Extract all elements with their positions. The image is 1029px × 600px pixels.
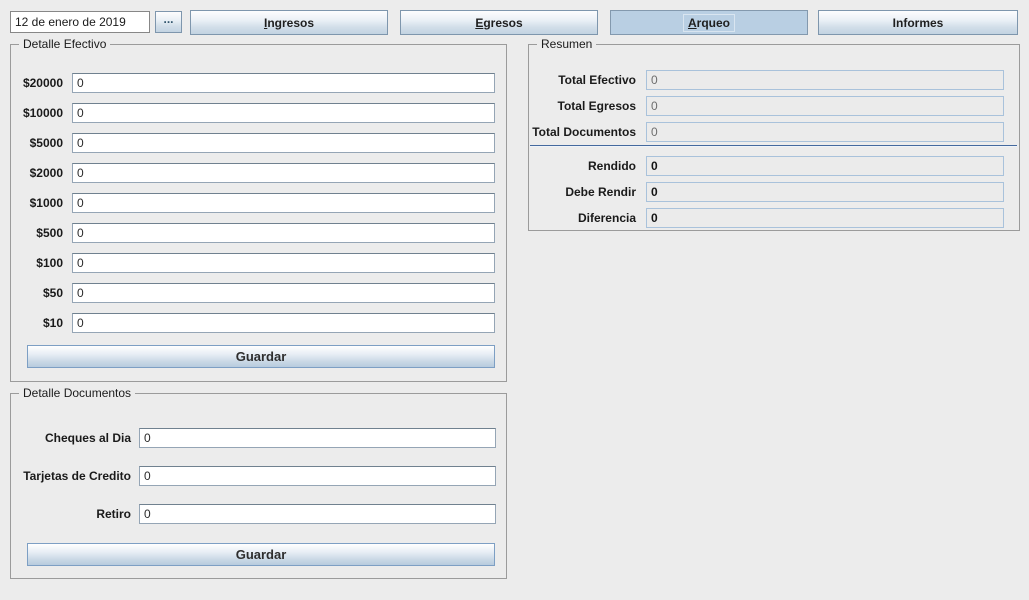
nav-button-arqueo[interactable]: Arqueo [610, 10, 808, 35]
resumen-separator [530, 145, 1017, 147]
resumen-panel: Resumen Total Efectivo Total Egresos Tot… [528, 44, 1020, 231]
resumen-total-label: Total Egresos [529, 99, 636, 113]
denomination-label: $50 [11, 286, 63, 300]
documento-label: Cheques al Dia [11, 431, 131, 445]
resumen-result-row: Debe Rendir [529, 182, 1019, 202]
documento-input[interactable] [139, 466, 496, 486]
documento-input[interactable] [139, 428, 496, 448]
guardar-documentos-button[interactable]: Guardar [27, 543, 495, 566]
denomination-row: $20000 [11, 73, 506, 93]
resumen-total-row: Total Egresos [529, 96, 1019, 116]
documento-row: Tarjetas de Credito [11, 466, 506, 486]
denomination-input[interactable] [72, 193, 495, 213]
resumen-total-value [646, 70, 1004, 90]
resumen-result-value [646, 156, 1004, 176]
detalle-efectivo-title: Detalle Efectivo [19, 37, 110, 52]
denomination-label: $2000 [11, 166, 63, 180]
nav-button-egresos[interactable]: Egresos [400, 10, 598, 35]
documento-input[interactable] [139, 504, 496, 524]
denomination-label: $1000 [11, 196, 63, 210]
documento-rows: Cheques al Dia Tarjetas de Credito Retir… [11, 428, 506, 542]
denomination-input[interactable] [72, 73, 495, 93]
documento-label: Retiro [11, 507, 131, 521]
detalle-documentos-title: Detalle Documentos [19, 386, 135, 401]
date-picker-button[interactable]: ... [155, 11, 182, 33]
resumen-title: Resumen [537, 37, 596, 52]
denomination-row: $100 [11, 253, 506, 273]
nav-button-informes[interactable]: Informes [818, 10, 1018, 35]
resumen-result-value [646, 208, 1004, 228]
documento-row: Cheques al Dia [11, 428, 506, 448]
denomination-row: $10 [11, 313, 506, 333]
denomination-row: $500 [11, 223, 506, 243]
denomination-rows: $20000 $10000 $5000 $2000 [11, 73, 506, 343]
denomination-label: $10 [11, 316, 63, 330]
resumen-result-label: Debe Rendir [529, 185, 636, 199]
detalle-efectivo-panel: Detalle Efectivo $20000 $10000 $5000 [10, 44, 507, 382]
arqueo-window: ... Ingresos Egresos Arqueo Informes Det… [0, 0, 1029, 600]
denomination-input[interactable] [72, 313, 495, 333]
denomination-label: $100 [11, 256, 63, 270]
denomination-label: $10000 [11, 106, 63, 120]
resumen-result-label: Diferencia [529, 211, 636, 225]
date-input[interactable] [10, 11, 150, 33]
resumen-total-row: Total Documentos [529, 122, 1019, 142]
denomination-row: $10000 [11, 103, 506, 123]
denomination-input[interactable] [72, 283, 495, 303]
denomination-row: $2000 [11, 163, 506, 183]
resumen-total-label: Total Documentos [529, 125, 636, 139]
denomination-label: $20000 [11, 76, 63, 90]
documento-row: Retiro [11, 504, 506, 524]
resumen-total-row: Total Efectivo [529, 70, 1019, 90]
denomination-input[interactable] [72, 133, 495, 153]
nav-button-ingresos[interactable]: Ingresos [190, 10, 388, 35]
resumen-result-row: Rendido [529, 156, 1019, 176]
denomination-label: $5000 [11, 136, 63, 150]
resumen-result-label: Rendido [529, 159, 636, 173]
resumen-result-value [646, 182, 1004, 202]
nav-button-label: Informes [888, 14, 949, 32]
nav-button-label: Arqueo [683, 14, 735, 32]
denomination-input[interactable] [72, 103, 495, 123]
detalle-documentos-panel: Detalle Documentos Cheques al Dia Tarjet… [10, 393, 507, 579]
denomination-row: $50 [11, 283, 506, 303]
denomination-input[interactable] [72, 163, 495, 183]
resumen-total-label: Total Efectivo [529, 73, 636, 87]
resumen-result-row: Diferencia [529, 208, 1019, 228]
resumen-results: Rendido Debe Rendir Diferencia [529, 156, 1019, 234]
documento-label: Tarjetas de Credito [11, 469, 131, 483]
resumen-total-value [646, 96, 1004, 116]
denomination-row: $1000 [11, 193, 506, 213]
guardar-efectivo-button[interactable]: Guardar [27, 345, 495, 368]
nav-button-label: Ingresos [259, 14, 319, 32]
denomination-input[interactable] [72, 253, 495, 273]
denomination-label: $500 [11, 226, 63, 240]
resumen-total-value [646, 122, 1004, 142]
nav-button-label: Egresos [470, 14, 527, 32]
resumen-totals: Total Efectivo Total Egresos Total Docum… [529, 70, 1019, 148]
denomination-row: $5000 [11, 133, 506, 153]
denomination-input[interactable] [72, 223, 495, 243]
